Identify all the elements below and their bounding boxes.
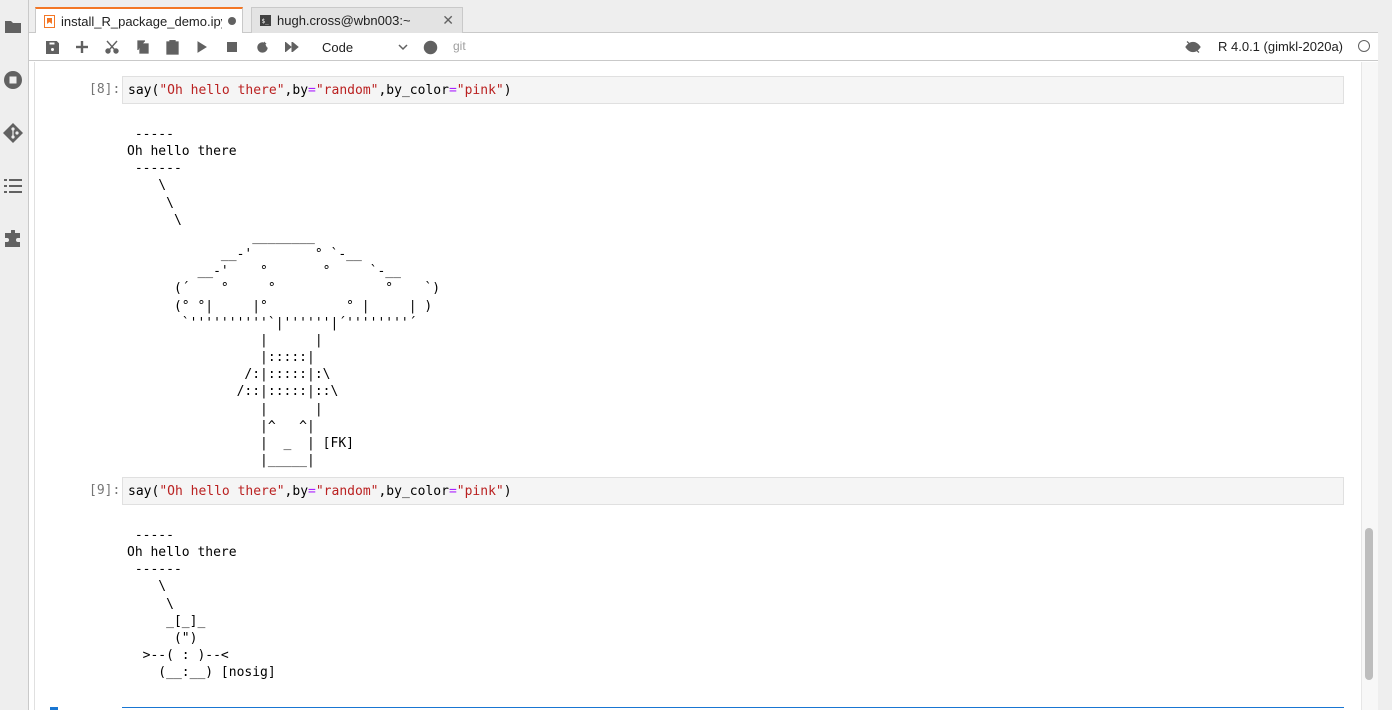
notebook-toolbar: Code git R 4.0.1 (gimkl-2020a) bbox=[29, 33, 1378, 61]
right-panel-edge bbox=[1378, 0, 1392, 710]
code-input[interactable]: say("Oh hello there",by="random",by_colo… bbox=[122, 477, 1344, 505]
running-icon[interactable] bbox=[3, 70, 23, 90]
cell-prompt: [9]: bbox=[89, 483, 121, 498]
code-operator: = bbox=[308, 83, 316, 98]
clock-icon[interactable] bbox=[421, 38, 439, 56]
notebook-left-border bbox=[34, 62, 35, 710]
close-icon[interactable]: ✕ bbox=[442, 12, 454, 29]
left-activity-bar bbox=[0, 0, 29, 710]
code-string: "random" bbox=[315, 484, 379, 499]
save-icon[interactable] bbox=[43, 38, 61, 56]
git-button[interactable]: git bbox=[453, 39, 466, 53]
unsaved-indicator-icon[interactable] bbox=[228, 17, 236, 25]
folder-icon[interactable] bbox=[3, 17, 23, 37]
tab-label: hugh.cross@wbn003:~ bbox=[277, 13, 411, 28]
code-token: ,by bbox=[284, 83, 309, 98]
tab-label: install_R_package_demo.ipynb bbox=[61, 14, 222, 29]
terminal-icon: $_ bbox=[260, 15, 271, 26]
toc-icon[interactable] bbox=[3, 176, 23, 196]
code-token: ) bbox=[503, 83, 512, 98]
code-string: "Oh hello there" bbox=[159, 83, 285, 98]
code-token: say( bbox=[128, 83, 160, 98]
paste-icon[interactable] bbox=[163, 38, 181, 56]
code-token: ,by bbox=[284, 484, 309, 499]
extension-icon[interactable] bbox=[3, 229, 23, 249]
code-string: "pink" bbox=[456, 83, 504, 98]
kernel-status-icon bbox=[1358, 40, 1370, 52]
notebook-icon bbox=[44, 15, 55, 28]
tab-terminal[interactable]: $_ hugh.cross@wbn003:~ ✕ bbox=[251, 7, 463, 33]
code-string: "random" bbox=[315, 83, 379, 98]
code-input[interactable]: say("Oh hello there",by="random",by_colo… bbox=[122, 76, 1344, 104]
cut-icon[interactable] bbox=[103, 38, 121, 56]
code-string: "Oh hello there" bbox=[159, 484, 285, 499]
code-token: ) bbox=[503, 484, 512, 499]
run-icon[interactable] bbox=[193, 38, 211, 56]
fast-forward-icon[interactable] bbox=[283, 38, 301, 56]
add-cell-icon[interactable] bbox=[73, 38, 91, 56]
notebook-panel: [8]: say("Oh hello there",by="random",by… bbox=[29, 62, 1361, 710]
code-operator: = bbox=[448, 484, 457, 499]
git-icon[interactable] bbox=[3, 123, 23, 143]
cell-prompt: [8]: bbox=[89, 82, 121, 97]
code-token: say( bbox=[128, 484, 160, 499]
restart-icon[interactable] bbox=[253, 38, 271, 56]
svg-text:$_: $_ bbox=[262, 18, 270, 25]
code-token: ,by_color bbox=[378, 484, 449, 499]
cell-output: ----- Oh hello there ------ \ \ _[_]_ ("… bbox=[127, 528, 276, 681]
cell-output: ----- Oh hello there ------ \ \ \ ______… bbox=[127, 127, 441, 468]
code-operator: = bbox=[448, 83, 457, 98]
tab-bar: install_R_package_demo.ipynb $_ hugh.cro… bbox=[29, 0, 1392, 34]
code-token: ,by_color bbox=[378, 83, 449, 98]
cell-type-value: Code bbox=[322, 39, 354, 55]
copy-icon[interactable] bbox=[133, 38, 151, 56]
scrollbar-thumb[interactable] bbox=[1365, 528, 1373, 680]
code-string: "pink" bbox=[456, 484, 504, 499]
kernel-name[interactable]: R 4.0.1 (gimkl-2020a) bbox=[1218, 39, 1343, 54]
chevron-down-icon bbox=[398, 43, 408, 50]
cell-type-dropdown[interactable]: Code bbox=[322, 38, 408, 56]
stop-icon[interactable] bbox=[223, 38, 241, 56]
tab-notebook[interactable]: install_R_package_demo.ipynb bbox=[35, 7, 243, 34]
code-operator: = bbox=[308, 484, 316, 499]
vertical-scrollbar[interactable] bbox=[1361, 62, 1378, 710]
eye-slash-icon[interactable] bbox=[1184, 38, 1202, 56]
